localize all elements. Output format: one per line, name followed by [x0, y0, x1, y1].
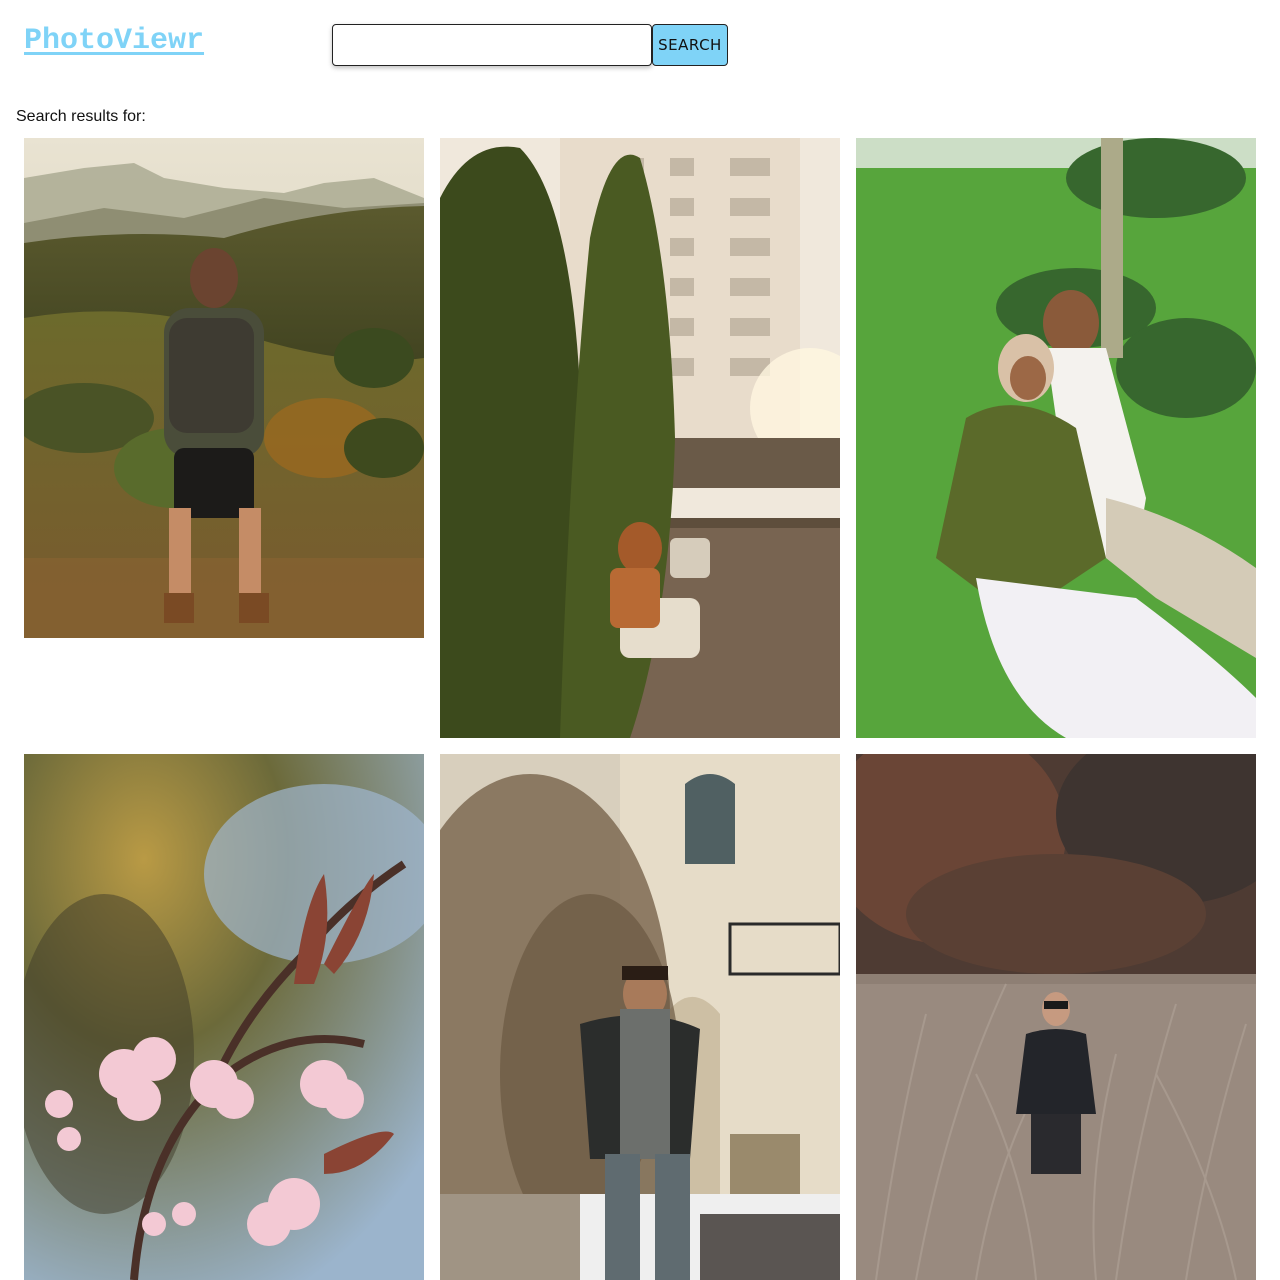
- header: PhotoViewr SEARCH: [0, 0, 1280, 90]
- man-brush-photo-image: [856, 754, 1256, 1280]
- search-button[interactable]: SEARCH: [652, 24, 728, 66]
- logo-link[interactable]: PhotoViewr: [24, 24, 204, 58]
- search-input[interactable]: [332, 24, 652, 66]
- results-label: Search results for:: [16, 108, 146, 125]
- hiker-photo-image: [24, 138, 424, 638]
- couple-photo-image: [856, 138, 1256, 738]
- photo-card-man-brush[interactable]: [856, 754, 1256, 1280]
- photo-card-hiker[interactable]: [24, 138, 424, 638]
- bench-photo-image: [440, 138, 840, 738]
- blossom-photo-image: [24, 754, 424, 1280]
- photo-card-couple[interactable]: [856, 138, 1256, 738]
- photo-card-blossom[interactable]: [24, 754, 424, 1280]
- photo-card-man-building[interactable]: [440, 754, 840, 1280]
- man-building-photo-image: [440, 754, 840, 1280]
- photo-card-bench[interactable]: [440, 138, 840, 738]
